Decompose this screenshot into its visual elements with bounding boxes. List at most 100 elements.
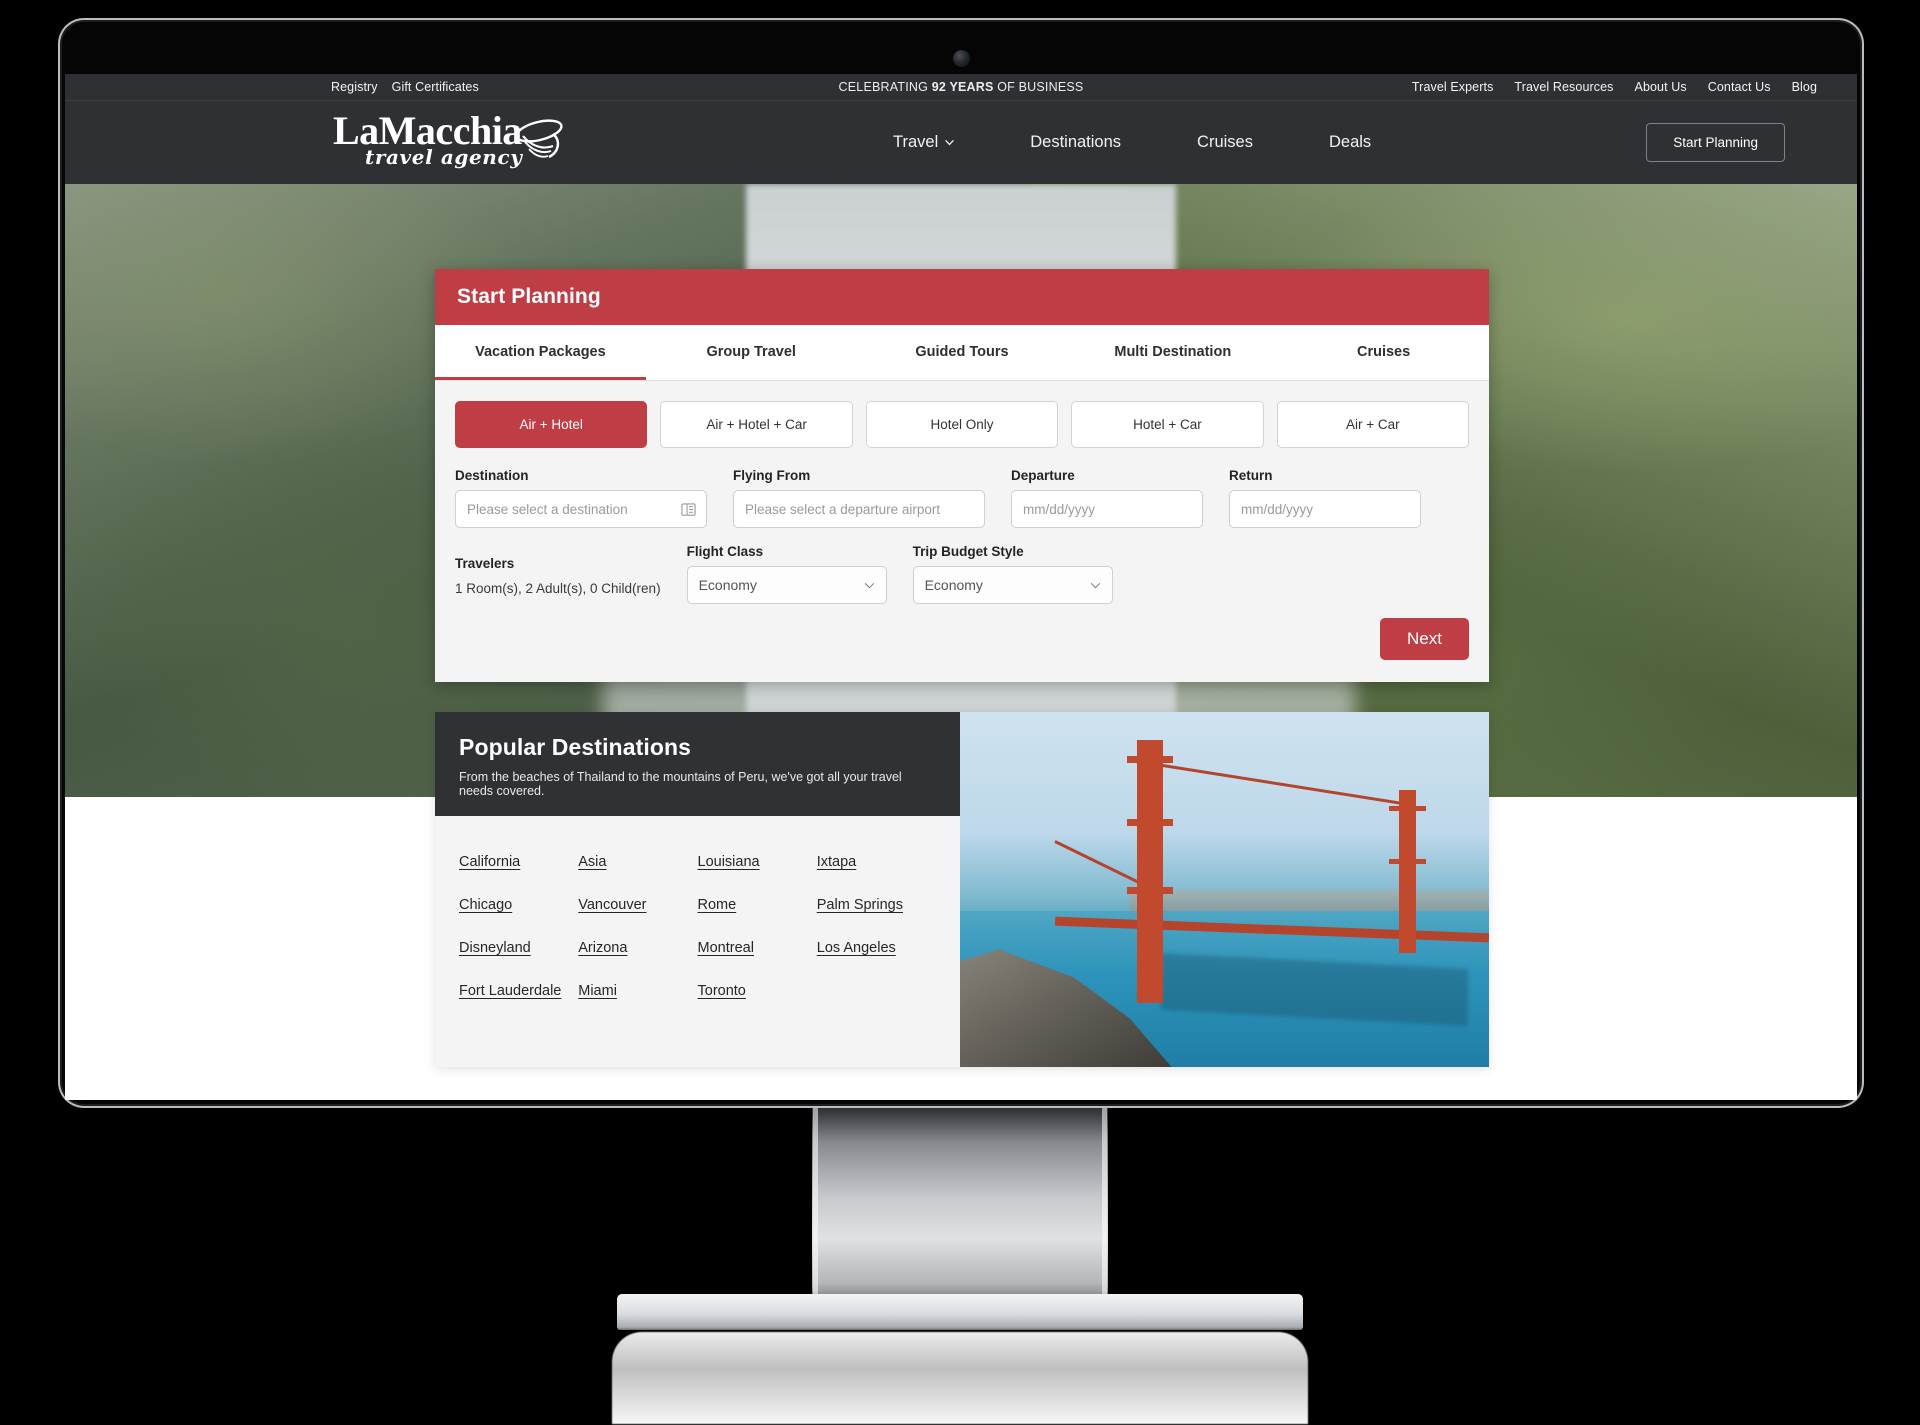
topbar-link-about-us[interactable]: About Us (1635, 80, 1687, 94)
popular-destinations-panel: Popular Destinations From the beaches of… (435, 712, 960, 1067)
package-hotel-only[interactable]: Hotel Only (865, 401, 1059, 448)
destination-links-grid: California Asia Louisiana Ixtapa Chicago… (435, 816, 960, 1067)
topbar-link-travel-resources[interactable]: Travel Resources (1514, 80, 1613, 94)
monitor-stand-base (617, 1294, 1303, 1330)
flight-class-label: Flight Class (686, 544, 764, 559)
destination-link-disneyland[interactable]: Disneyland (459, 940, 578, 956)
departure-date-input[interactable]: mm/dd/yyyy (1011, 490, 1203, 528)
trip-budget-label: Trip Budget Style (912, 544, 1024, 559)
tab-group-travel[interactable]: Group Travel (646, 325, 857, 380)
return-placeholder: mm/dd/yyyy (1241, 501, 1314, 517)
tab-guided-tours[interactable]: Guided Tours (857, 325, 1068, 380)
hero-section: Start Planning Vacation Packages Group T… (65, 184, 1857, 797)
bridge-tower-near (1127, 740, 1174, 1004)
globe-swoosh-icon (515, 119, 563, 159)
chevron-down-icon (1090, 582, 1100, 588)
popular-destinations-section: Popular Destinations From the beaches of… (435, 712, 1489, 1067)
departure-placeholder: mm/dd/yyyy (1023, 501, 1096, 517)
nav-item-cruises-label: Cruises (1197, 133, 1253, 151)
celebrating-prefix: CELEBRATING (838, 80, 932, 94)
webcam-icon (953, 50, 970, 67)
trip-budget-value: Economy (924, 577, 983, 593)
popular-destinations-header: Popular Destinations From the beaches of… (435, 712, 960, 816)
destination-link-rome[interactable]: Rome (698, 897, 817, 913)
package-air-hotel-car[interactable]: Air + Hotel + Car (660, 401, 853, 448)
destination-link-asia[interactable]: Asia (578, 854, 697, 870)
tab-cruises[interactable]: Cruises (1278, 325, 1489, 380)
travelers-group[interactable]: Travelers 1 Room(s), 2 Adult(s), 0 Child… (455, 556, 661, 604)
booking-tabs: Vacation Packages Group Travel Guided To… (435, 325, 1489, 381)
next-button[interactable]: Next (1380, 618, 1469, 660)
tab-multi-destination[interactable]: Multi Destination (1067, 325, 1278, 380)
destination-link-california[interactable]: California (459, 854, 578, 870)
topbar-right-links: Travel Experts Travel Resources About Us… (1412, 80, 1817, 94)
return-date-input[interactable]: mm/dd/yyyy (1229, 490, 1421, 528)
celebrating-years: 92 YEARS (931, 80, 994, 94)
trip-budget-select[interactable]: Economy (912, 566, 1113, 604)
content-area: Popular Destinations From the beaches of… (65, 712, 1857, 1097)
destination-link-louisiana[interactable]: Louisiana (698, 854, 817, 870)
destination-link-arizona[interactable]: Arizona (578, 940, 697, 956)
destination-input[interactable]: Please select a destination (455, 490, 707, 528)
popular-destinations-title: Popular Destinations (459, 734, 692, 760)
flying-from-placeholder: Please select a departure airport (745, 501, 941, 517)
travelers-label: Travelers (455, 556, 515, 571)
return-label: Return (1229, 468, 1273, 483)
primary-nav: Travel Destinations Cruises Deals (855, 133, 1409, 152)
return-field-group: Return mm/dd/yyyy (1229, 468, 1421, 528)
golden-gate-bridge-image (960, 712, 1489, 1067)
destination-label: Destination (455, 468, 529, 483)
bridge-cable (1150, 761, 1412, 807)
destination-link-chicago[interactable]: Chicago (459, 897, 578, 913)
destination-placeholder: Please select a destination (467, 501, 628, 517)
destination-link-montreal[interactable]: Montreal (698, 940, 817, 956)
flying-from-field-group: Flying From Please select a departure ai… (733, 468, 985, 528)
flight-class-group: Flight Class Economy (686, 544, 887, 604)
monitor-stand-neck (812, 1108, 1108, 1306)
nav-item-destinations-label: Destinations (1030, 133, 1122, 151)
nav-item-deals-label: Deals (1328, 133, 1372, 151)
departure-label: Departure (1011, 468, 1075, 483)
travelers-value[interactable]: 1 Room(s), 2 Adult(s), 0 Child(ren) (455, 581, 661, 604)
popular-destinations-subtitle: From the beaches of Thailand to the moun… (459, 770, 902, 798)
topbar-link-blog[interactable]: Blog (1792, 80, 1817, 94)
destination-link-los-angeles[interactable]: Los Angeles (817, 940, 936, 956)
package-air-car[interactable]: Air + Car (1276, 401, 1470, 448)
flying-from-input[interactable]: Please select a departure airport (733, 490, 985, 528)
nav-item-destinations[interactable]: Destinations (992, 133, 1159, 152)
bridge-tower-far (1389, 790, 1427, 954)
chevron-down-icon (864, 582, 874, 588)
search-fields-row: Destination Please select a destination (435, 454, 1489, 528)
trip-budget-group: Trip Budget Style Economy (912, 544, 1113, 604)
destination-field-group: Destination Please select a destination (455, 468, 707, 528)
destination-link-vancouver[interactable]: Vancouver (578, 897, 697, 913)
monitor-stand-reflection (612, 1332, 1308, 1424)
package-type-row: Air + Hotel Air + Hotel + Car Hotel Only… (435, 381, 1489, 454)
monitor-bezel: Registry Gift Certificates CELEBRATING 9… (58, 18, 1864, 1108)
destination-link-ixtapa[interactable]: Ixtapa (817, 854, 936, 870)
chevron-down-icon (945, 140, 954, 146)
list-select-icon[interactable] (681, 502, 696, 517)
flight-class-value: Economy (698, 577, 757, 593)
nav-item-deals[interactable]: Deals (1291, 133, 1409, 152)
site-header: LaMacchia travel agency Travel Destinati… (65, 101, 1857, 184)
site-logo[interactable]: LaMacchia travel agency (333, 111, 569, 172)
tab-vacation-packages[interactable]: Vacation Packages (435, 325, 646, 380)
destination-link-fort-lauderdale[interactable]: Fort Lauderdale (459, 983, 578, 999)
start-planning-header-button[interactable]: Start Planning (1646, 123, 1785, 162)
nav-item-travel[interactable]: Travel (855, 133, 992, 152)
topbar-link-travel-experts[interactable]: Travel Experts (1412, 80, 1494, 94)
package-air-hotel[interactable]: Air + Hotel (455, 401, 648, 448)
utility-topbar: Registry Gift Certificates CELEBRATING 9… (65, 74, 1857, 101)
departure-field-group: Departure mm/dd/yyyy (1011, 468, 1203, 528)
package-hotel-car[interactable]: Hotel + Car (1071, 401, 1264, 448)
destination-link-palm-springs[interactable]: Palm Springs (817, 897, 936, 913)
flying-from-label: Flying From (733, 468, 811, 483)
topbar-link-contact-us[interactable]: Contact Us (1708, 80, 1771, 94)
nav-item-cruises[interactable]: Cruises (1159, 133, 1291, 152)
destination-link-toronto[interactable]: Toronto (698, 983, 817, 999)
destination-link-miami[interactable]: Miami (578, 983, 697, 999)
flight-class-select[interactable]: Economy (686, 566, 887, 604)
next-button-row: Next (435, 604, 1489, 682)
booking-panel-title: Start Planning (435, 269, 1489, 325)
